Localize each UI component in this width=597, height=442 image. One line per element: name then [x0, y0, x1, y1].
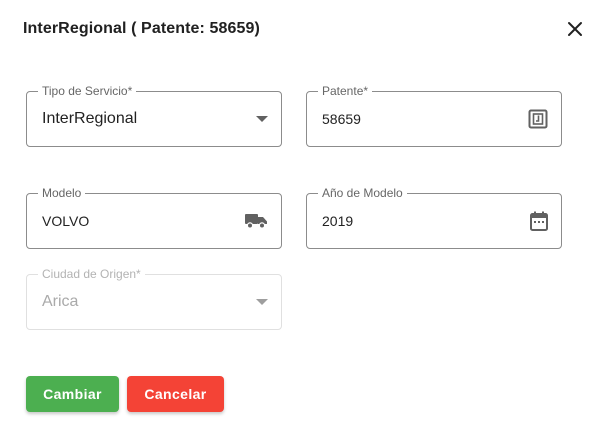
modelo-field[interactable]: Modelo VOLVO — [26, 186, 282, 249]
close-button[interactable] — [563, 17, 587, 41]
arrow-drop-down-icon[interactable] — [256, 116, 268, 122]
calendar-icon[interactable] — [530, 211, 548, 231]
anio-modelo-value: 2019 — [322, 213, 354, 229]
patente-field[interactable]: Patente* 58659 — [306, 84, 562, 147]
dialog-title: InterRegional ( Patente: 58659) — [23, 20, 260, 37]
cambiar-button[interactable]: Cambiar — [26, 376, 119, 412]
tipo-servicio-value: InterRegional — [42, 110, 138, 127]
ciudad-origen-value: Arica — [42, 293, 79, 310]
close-icon — [568, 22, 582, 36]
anio-modelo-field[interactable]: Año de Modelo 2019 — [306, 186, 562, 249]
cancelar-button[interactable]: Cancelar — [127, 376, 224, 412]
tipo-servicio-select[interactable]: Tipo de Servicio* InterRegional — [26, 84, 282, 147]
patente-value: 58659 — [322, 111, 361, 127]
license-plate-icon — [528, 109, 548, 129]
truck-icon — [244, 212, 268, 230]
arrow-drop-down-icon — [256, 299, 268, 305]
modelo-value: VOLVO — [42, 213, 90, 229]
ciudad-origen-select: Ciudad de Origen* Arica — [26, 267, 282, 330]
